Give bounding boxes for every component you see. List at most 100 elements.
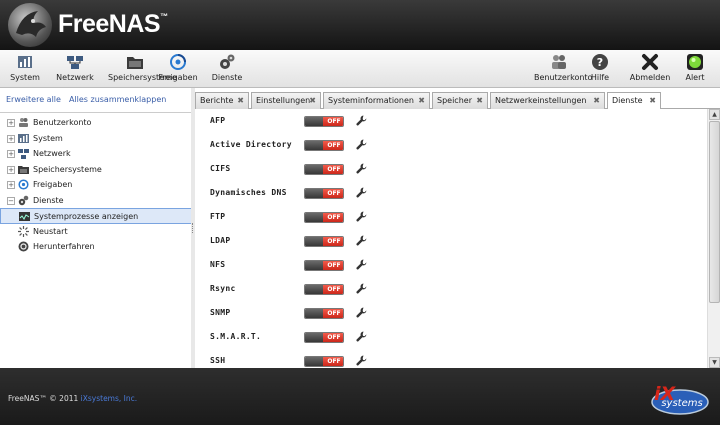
restart-icon — [18, 225, 29, 237]
tab-label: Einstellungen — [256, 96, 311, 105]
toolbar-system-button[interactable]: System — [6, 53, 44, 82]
tree-item-benutzerkonto[interactable]: + Benutzerkonto — [0, 115, 192, 131]
wrench-icon[interactable] — [356, 283, 367, 294]
toggle-state: OFF — [323, 141, 343, 150]
wrench-icon[interactable] — [356, 235, 367, 246]
wrench-icon[interactable] — [356, 211, 367, 222]
service-toggle[interactable]: OFF — [304, 308, 344, 319]
service-toggle[interactable]: OFF — [304, 236, 344, 247]
service-toggle[interactable]: OFF — [304, 164, 344, 175]
toolbar-account-button[interactable]: Benutzerkonto — [534, 53, 592, 82]
tree-item-label: Herunterfahren — [33, 242, 95, 251]
toolbar-logout-button[interactable]: Abmelden — [628, 53, 672, 82]
tab-netzwerkeinstellungen[interactable]: Netzwerkeinstellungen ✖ — [490, 92, 605, 109]
tree-item-netzwerk[interactable]: + Netzwerk — [0, 146, 192, 162]
service-toggle[interactable]: OFF — [304, 212, 344, 223]
expand-icon[interactable]: + — [7, 165, 15, 174]
tab-berichte[interactable]: Berichte ✖ — [195, 92, 249, 109]
wrench-icon[interactable] — [356, 259, 367, 270]
toolbar-help-button[interactable]: ? Hilfe — [586, 53, 614, 82]
wrench-icon[interactable] — [356, 163, 367, 174]
service-toggle[interactable]: OFF — [304, 116, 344, 127]
service-row-rsync: Rsync OFF — [210, 282, 410, 298]
scrollbar-thumb[interactable] — [709, 121, 720, 303]
network-icon — [18, 149, 29, 159]
tree-item-label: Dienste — [33, 195, 64, 205]
ixsystems-link[interactable]: iXsystems, Inc. — [81, 394, 137, 403]
close-icon[interactable]: ✖ — [649, 93, 656, 108]
app-header: FreeNAS™ — [0, 0, 720, 50]
toolbar-network-button[interactable]: Netzwerk — [56, 53, 94, 82]
tree-item-neustart[interactable]: Neustart — [0, 224, 192, 240]
service-toggle[interactable]: OFF — [304, 356, 344, 367]
vertical-scrollbar[interactable]: ▲ ▼ — [707, 109, 720, 368]
system-icon — [18, 56, 32, 68]
service-row-ftp: FTP OFF — [210, 210, 410, 226]
toggle-knob — [305, 165, 323, 174]
tree-item-label: System — [33, 133, 63, 143]
copyright-text: FreeNAS™ © 2011 iXsystems, Inc. — [8, 394, 138, 403]
service-name: AFP — [210, 116, 226, 125]
close-icon[interactable]: ✖ — [237, 93, 244, 108]
toggle-knob — [305, 333, 323, 342]
toolbar-shares-button[interactable]: Freigaben — [158, 53, 198, 82]
service-name: Active Directory — [210, 140, 292, 149]
toggle-state: OFF — [323, 261, 343, 270]
tree-item-label: Freigaben — [33, 180, 73, 189]
wrench-icon[interactable] — [356, 187, 367, 198]
ixsystems-logo: systems iX — [651, 383, 709, 415]
tree-item-dienste[interactable]: − Dienste — [0, 193, 192, 209]
toolbar-services-button[interactable]: Dienste — [208, 53, 246, 82]
toolbar-storage-button[interactable]: Speichersysteme — [108, 53, 177, 82]
toggle-knob — [305, 189, 323, 198]
service-toggle[interactable]: OFF — [304, 284, 344, 295]
expand-icon[interactable]: + — [7, 119, 15, 127]
close-icon[interactable]: ✖ — [593, 93, 600, 108]
tree-item-label: Systemprozesse anzeigen — [34, 212, 139, 221]
close-icon[interactable]: ✖ — [476, 93, 483, 108]
toggle-state: OFF — [323, 165, 343, 174]
toolbar-alert-button[interactable]: Alert — [682, 53, 708, 82]
collapse-all-link[interactable]: Alles zusammenklappen — [69, 95, 166, 104]
tab-dienste[interactable]: Dienste ✖ — [607, 92, 661, 110]
expand-icon[interactable]: + — [7, 181, 15, 189]
expand-icon[interactable]: + — [7, 150, 15, 158]
close-icon[interactable]: ✖ — [418, 93, 425, 108]
service-name: FTP — [210, 212, 226, 221]
shares-icon — [18, 179, 29, 190]
scroll-down-arrow-icon[interactable]: ▼ — [709, 357, 720, 368]
tree-item-systemprozesse[interactable]: Systemprozesse anzeigen — [0, 208, 192, 224]
tree-item-system[interactable]: + System — [0, 131, 192, 147]
tree-item-herunterfahren[interactable]: Herunterfahren — [0, 239, 192, 255]
service-toggle[interactable]: OFF — [304, 332, 344, 343]
wrench-icon[interactable] — [356, 355, 367, 366]
tab-einstellungen[interactable]: Einstellungen ✖ — [251, 92, 321, 109]
tree-item-freigaben[interactable]: + Freigaben — [0, 177, 192, 193]
tab-speicher[interactable]: Speicher ✖ — [432, 92, 488, 109]
service-name: S.M.A.R.T. — [210, 332, 262, 341]
service-row-afp: AFP OFF — [210, 114, 410, 130]
wrench-icon[interactable] — [356, 115, 367, 126]
tab-systeminformationen[interactable]: Systeminformationen ✖ — [323, 92, 430, 109]
tree-item-speichersysteme[interactable]: + Speichersysteme — [0, 162, 192, 178]
service-toggle[interactable]: OFF — [304, 140, 344, 151]
network-icon — [67, 56, 83, 69]
service-toggle[interactable]: OFF — [304, 188, 344, 199]
collapse-icon[interactable]: − — [7, 196, 15, 205]
service-toggle[interactable]: OFF — [304, 260, 344, 271]
service-name: Rsync — [210, 284, 236, 293]
close-icon[interactable]: ✖ — [309, 93, 316, 108]
service-row-ldap: LDAP OFF — [210, 234, 410, 250]
svg-text:iX: iX — [654, 383, 677, 405]
wrench-icon[interactable] — [356, 307, 367, 318]
wrench-icon[interactable] — [356, 139, 367, 150]
toggle-knob — [305, 357, 323, 366]
tab-label: Dienste — [612, 96, 643, 105]
expand-icon[interactable]: + — [7, 134, 15, 143]
expand-all-link[interactable]: Erweitere alle — [6, 95, 61, 104]
tree-item-label: Benutzerkonto — [33, 118, 92, 127]
wrench-icon[interactable] — [356, 331, 367, 342]
scroll-up-arrow-icon[interactable]: ▲ — [709, 109, 720, 120]
toggle-state: OFF — [323, 357, 343, 366]
toggle-knob — [305, 141, 323, 150]
